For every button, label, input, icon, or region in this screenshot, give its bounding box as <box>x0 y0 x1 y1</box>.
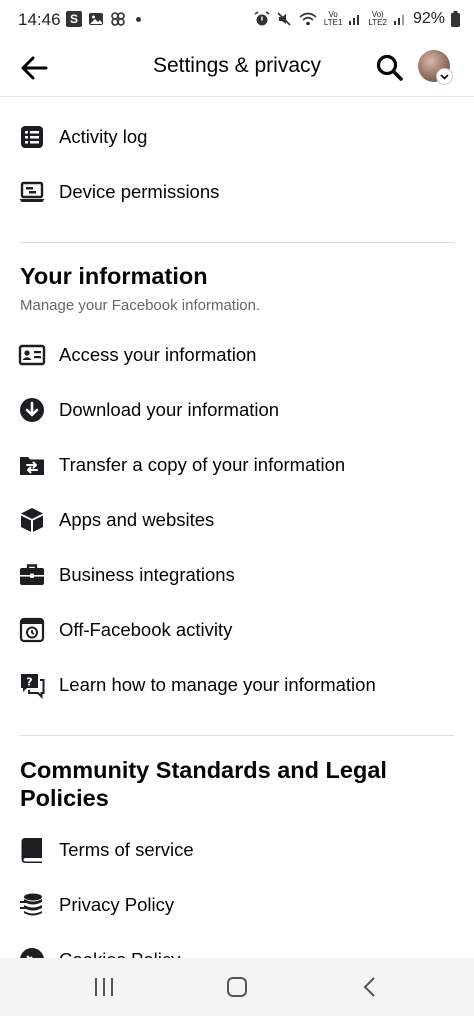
section-subtitle: Manage your Facebook information. <box>20 297 261 314</box>
menu-item-transfer-a-copy[interactable]: Transfer a copy of your information <box>0 437 474 492</box>
history-icon <box>19 617 45 642</box>
menu-item-label: Privacy Policy <box>59 893 175 915</box>
system-icons: Vo LTE1 Vo) LTE2 92% <box>254 10 460 28</box>
app-header: Settings & privacy <box>0 40 474 97</box>
menu-item-business-integrations[interactable]: Business integrations <box>0 547 474 602</box>
menu-item-label: Device permissions <box>59 180 220 202</box>
more-notifications-dot <box>136 16 141 22</box>
menu-item-label: Transfer a copy of your information <box>59 453 346 475</box>
menu-item-off-facebook-activity[interactable]: Off-Facebook activity <box>0 602 474 657</box>
svg-text:?: ? <box>26 675 32 688</box>
folder-transfer-icon <box>20 456 44 475</box>
home-icon[interactable] <box>217 972 257 1002</box>
menu-item-label: Off-Facebook activity <box>59 618 233 640</box>
section-divider <box>20 242 454 243</box>
menu-item-label: Business integrations <box>59 563 235 585</box>
menu-item-label: Activity log <box>59 125 148 147</box>
menu-item-label: Terms of service <box>59 838 194 860</box>
sim2-label: Vo) LTE2 <box>368 10 387 27</box>
signal-icon <box>349 15 360 25</box>
search-icon[interactable] <box>374 52 406 84</box>
notification-icons: S <box>66 11 141 27</box>
device-icon <box>19 181 45 202</box>
s-app-icon: S <box>66 11 82 27</box>
recent-apps-icon[interactable] <box>84 972 124 1002</box>
pinwheel-icon <box>111 12 125 26</box>
cube-icon <box>21 507 43 532</box>
back-icon[interactable] <box>350 972 390 1002</box>
gallery-icon <box>89 13 103 25</box>
status-bar: 14:46 S Vo LTE1 Vo) LTE2 92% <box>0 0 474 40</box>
menu-item-label: Access your information <box>59 343 257 365</box>
download-icon <box>20 397 44 422</box>
menu-item-privacy-policy[interactable]: Privacy Policy <box>0 877 474 932</box>
id-card-icon <box>18 344 46 365</box>
menu-item-label: Apps and websites <box>59 508 215 530</box>
briefcase-icon <box>20 563 44 585</box>
section-title-your-information: Your information <box>20 263 208 289</box>
mute-icon <box>277 12 291 26</box>
list-icon <box>21 125 43 148</box>
section-divider <box>20 735 454 736</box>
signal-icon <box>393 15 404 25</box>
battery-icon <box>451 11 460 27</box>
wifi-icon <box>299 12 317 26</box>
menu-item-download-your-information[interactable]: Download your information <box>0 382 474 437</box>
database-icon <box>20 893 42 915</box>
menu-item-label: Learn how to manage your information <box>59 673 376 695</box>
menu-item-terms-of-service[interactable]: Terms of service <box>0 822 474 877</box>
battery-percent: 92% <box>412 10 445 27</box>
menu-item-access-your-information[interactable]: Access your information <box>0 327 474 382</box>
menu-item-device-permissions[interactable]: Device permissions <box>0 164 474 219</box>
book-icon <box>21 837 42 863</box>
menu-item-apps-and-websites[interactable]: Apps and websites <box>0 492 474 547</box>
question-chat-icon: ? <box>21 673 45 699</box>
alarm-icon <box>254 11 270 26</box>
menu-item-activity-log[interactable]: Activity log <box>0 109 474 164</box>
menu-item-learn-how-to-manage[interactable]: ? Learn how to manage your information <box>0 657 474 712</box>
chevron-down-icon[interactable] <box>436 68 453 85</box>
sim1-label: Vo LTE1 <box>323 10 343 27</box>
system-navigation-bar <box>0 958 474 1016</box>
menu-item-label: Download your information <box>59 398 280 420</box>
section-title-community-standards: Community Standards and Legal Policies <box>20 757 387 811</box>
status-time: 14:46 <box>18 10 61 29</box>
